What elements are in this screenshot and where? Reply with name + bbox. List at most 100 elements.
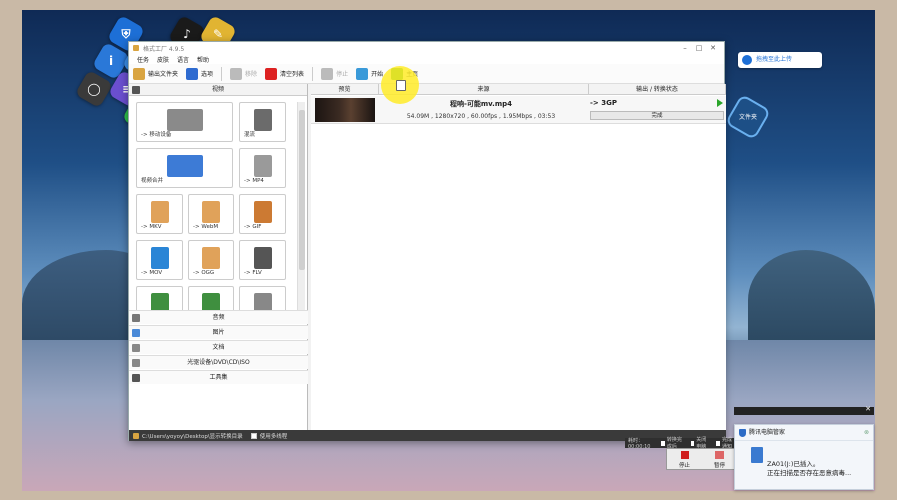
format-tile-icon: [253, 155, 272, 177]
category-label: 工具集: [209, 374, 228, 381]
toolbar-button-icon: [230, 67, 243, 80]
format-tile[interactable]: -> MOV: [136, 240, 183, 280]
menu-task[interactable]: 任务: [137, 55, 149, 64]
task-status-bar: 完成: [590, 111, 724, 120]
category-icon: [132, 314, 140, 322]
category-row[interactable]: 音频: [129, 310, 308, 324]
video-category-header[interactable]: 视频: [129, 84, 307, 96]
notification-close-icon[interactable]: ⊗: [864, 425, 869, 441]
task-row[interactable]: 程响-可能mv.mp4 54.09M , 1280x720 , 60.00fps…: [311, 96, 726, 124]
toolbar-button-label: 选项: [201, 71, 214, 78]
toolbar-button-icon: [321, 67, 334, 80]
toolbar-button-1[interactable]: 选项: [186, 67, 214, 80]
film-icon: [132, 86, 140, 94]
format-tile[interactable]: -> OGG: [188, 240, 234, 280]
format-tile-label: -> MOV: [141, 270, 163, 276]
toolbar-button-0[interactable]: 输出文件夹: [133, 67, 178, 80]
format-tile-icon: [253, 247, 272, 269]
toolbar-separator: [312, 66, 314, 81]
menu-help[interactable]: 帮助: [197, 55, 209, 64]
play-icon[interactable]: [717, 99, 723, 107]
folder-desktop-icon[interactable]: 文件夹: [724, 93, 772, 141]
category-row[interactable]: 光驱设备\DVD\CD\ISO: [129, 355, 308, 369]
video-thumbnail: [315, 98, 375, 122]
toolbar-button-label: 移除: [245, 71, 258, 78]
column-output-status[interactable]: 输出 / 转换状态: [589, 84, 726, 94]
notification-line-1: ZA01(J:)已插入。: [767, 460, 820, 468]
maximize-button[interactable]: □: [692, 44, 706, 52]
category-label: 音频: [212, 314, 225, 321]
scrollbar-thumb[interactable]: [299, 110, 305, 270]
format-tile[interactable]: 视频合并: [136, 148, 233, 188]
format-tile[interactable]: -> 移动设备: [136, 102, 233, 142]
mini-window-bar[interactable]: [734, 405, 874, 415]
format-tile-icon: [253, 293, 272, 310]
window-title: 格式工厂 4.9.5: [143, 45, 185, 53]
notification-line-2: 正在扫描是否存在恶意病毒...: [767, 469, 852, 477]
format-tile-label: 视频合并: [141, 178, 164, 184]
cloud-icon: [742, 55, 752, 65]
toolbar-button-icon: [186, 67, 199, 80]
pause-button[interactable]: 暂停: [702, 449, 737, 469]
format-tile[interactable]: -> WebM: [188, 194, 234, 234]
title-bar: 格式工厂 4.9.5 – □ ✕: [129, 42, 724, 54]
format-tile-icon: [166, 109, 203, 131]
format-tile-icon: [253, 109, 272, 131]
desktop-app-glyph: i: [108, 54, 114, 68]
video-category-label: 视频: [211, 86, 224, 93]
toolbar-button-icon: [133, 67, 145, 80]
toolbar-button-label: 清空列表: [280, 71, 305, 78]
conversion-options-bar: 耗时：00:00:10 转换完成后 关闭电脑 完成通知: [625, 437, 737, 450]
format-tile[interactable]: 混流: [239, 102, 286, 142]
format-tile-label: 混流: [244, 132, 256, 138]
format-tile[interactable]: -> MP4: [239, 148, 286, 188]
menu-skin[interactable]: 皮肤: [157, 55, 169, 64]
format-tile[interactable]: -> FLV: [239, 240, 286, 280]
format-scrollbar[interactable]: [297, 102, 305, 310]
format-tile[interactable]: -> GIF: [239, 194, 286, 234]
desktop-app-chat-icon[interactable]: ◯: [74, 69, 114, 109]
format-tile-label: -> OGG: [193, 270, 215, 276]
folder-icon[interactable]: [133, 432, 139, 439]
category-icon: [132, 374, 140, 382]
notify-checkbox[interactable]: [716, 440, 721, 446]
conversion-controls: 停止 暂停: [666, 448, 738, 470]
minimize-button[interactable]: –: [678, 44, 692, 52]
convert-done-checkbox[interactable]: [661, 440, 665, 446]
stop-button[interactable]: 停止: [667, 449, 702, 469]
category-row[interactable]: 工具集: [129, 370, 308, 384]
toolbar-button-5[interactable]: 开始: [356, 67, 384, 80]
format-tile[interactable]: -> AVI: [136, 286, 183, 310]
format-tile-label: -> MKV: [141, 224, 162, 230]
multithread-checkbox[interactable]: [250, 432, 257, 439]
format-tile[interactable]: -> WMV: [239, 286, 286, 310]
desktop-app-glyph: ◯: [87, 82, 101, 96]
format-tile-icon: [253, 201, 272, 223]
close-button[interactable]: ✕: [706, 44, 720, 52]
cloud-upload-button[interactable]: 拖拽至此上传: [738, 52, 822, 68]
notification-popup[interactable]: 腾讯电脑管家 ⊗ ZA01(J:)已插入。 正在扫描是否存在恶意病毒...: [734, 424, 874, 490]
task-list-panel: 预览 来源 输出 / 转换状态 程响-可能mv.mp4 54.09M , 128…: [311, 84, 726, 430]
menu-bar: 任务 皮肤 语言 帮助: [129, 54, 724, 64]
category-icon: [132, 359, 140, 367]
notification-title: 腾讯电脑管家: [749, 429, 786, 436]
format-tile-icon: [202, 247, 220, 269]
column-preview[interactable]: 预览: [311, 84, 379, 94]
format-tile-label: -> FLV: [244, 270, 262, 276]
shutdown-checkbox[interactable]: [690, 440, 695, 446]
toolbar-button-2[interactable]: 移除: [230, 67, 258, 80]
output-path[interactable]: C:\Users\yoyoy\Desktop\显示转换目录: [142, 432, 243, 440]
menu-language[interactable]: 语言: [177, 55, 189, 64]
toolbar-button-3[interactable]: 清空列表: [265, 67, 305, 80]
toolbar-button-4[interactable]: 停止: [321, 67, 348, 80]
format-tile-icon: [150, 201, 169, 223]
category-label: 文档: [212, 344, 225, 351]
format-tile[interactable]: -> MKV: [136, 194, 183, 234]
category-icon: [132, 329, 140, 337]
category-row[interactable]: 图片: [129, 325, 308, 339]
category-label: 图片: [212, 329, 225, 336]
task-target-format: -> 3GP: [590, 99, 617, 107]
toolbar-button-label: 开始: [371, 71, 384, 78]
category-row[interactable]: 文档: [129, 340, 308, 354]
format-tile[interactable]: -> 3GP: [188, 286, 234, 310]
